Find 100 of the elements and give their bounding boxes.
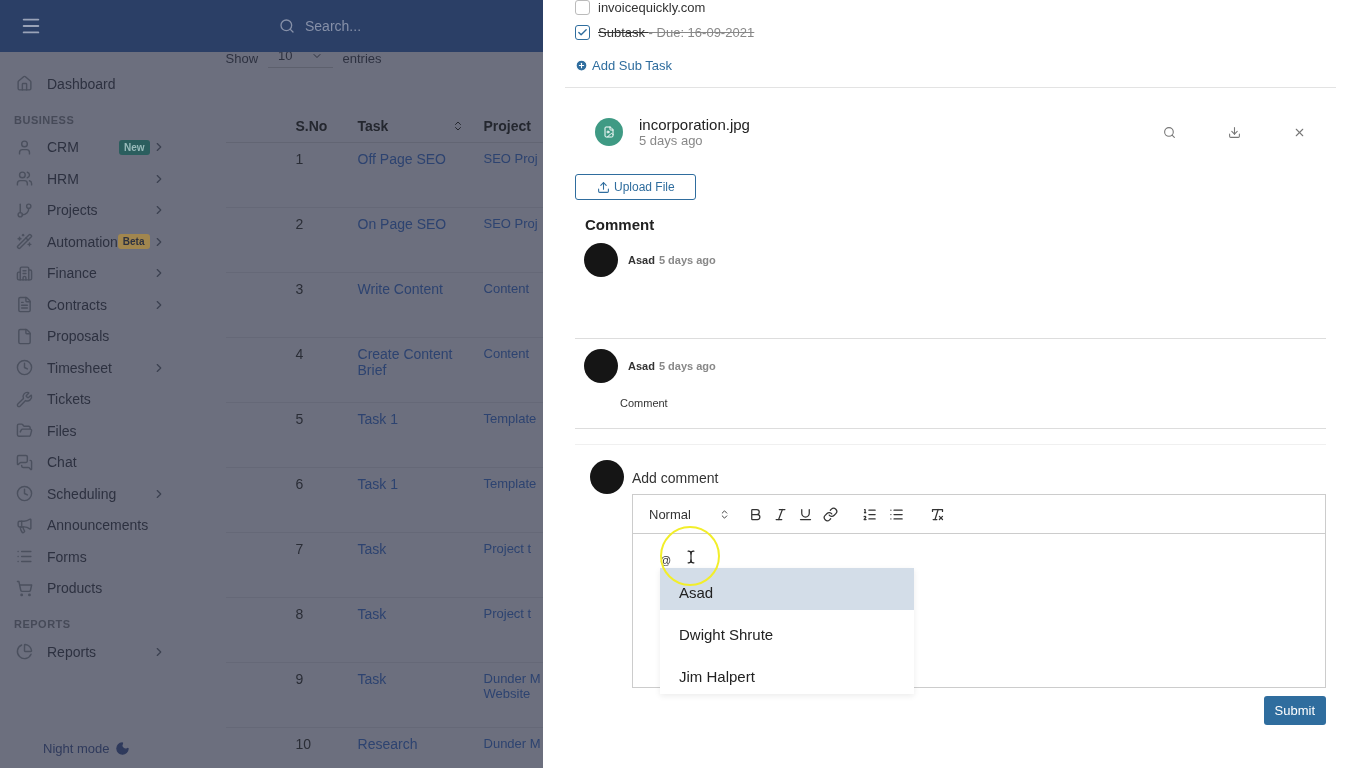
table-cell: 9 <box>295 663 358 728</box>
sidebar-item[interactable]: Files <box>0 415 200 447</box>
sidebar-label: Announcements <box>47 517 149 534</box>
sidebar-label: Tickets <box>47 391 91 408</box>
sidebar-item[interactable]: HRM <box>0 163 200 195</box>
sidebar-label: Scheduling <box>47 485 117 502</box>
sidebar-label: Contracts <box>47 296 107 313</box>
night-mode-toggle[interactable]: Night mode <box>43 741 131 756</box>
search-field[interactable]: Search... <box>279 18 362 34</box>
menu-icon <box>16 422 33 440</box>
file-name: incorporation.jpg <box>639 116 750 133</box>
task-link[interactable]: Create Content Brief <box>357 338 484 403</box>
menu-icon <box>16 201 33 219</box>
sidebar-item[interactable]: Tickets <box>0 383 200 415</box>
avatar <box>584 349 618 383</box>
mention-option[interactable]: Dwight Shrute <box>660 610 914 652</box>
upload-file-button[interactable]: Upload File <box>575 174 696 200</box>
menu-icon <box>16 516 33 534</box>
comment-heading: Comment <box>585 216 656 233</box>
sidebar-item[interactable]: Forms <box>0 541 200 573</box>
comment-author: Asad <box>628 254 655 266</box>
task-link[interactable]: Task 1 <box>357 403 484 468</box>
task-link[interactable]: Task 1 <box>357 468 484 533</box>
plus-icon <box>575 59 588 72</box>
add-comment-label: Add comment <box>632 469 720 488</box>
table-cell: 2 <box>295 208 358 273</box>
sidebar-item[interactable]: Dashboard <box>0 68 200 100</box>
download-icon[interactable] <box>1228 125 1241 139</box>
sidebar-label: Timesheet <box>47 359 112 376</box>
comment-author: Asad <box>628 360 655 372</box>
sidebar-item[interactable]: Finance <box>0 257 200 289</box>
menu-icon <box>16 453 33 471</box>
comment-time: 5 days ago <box>658 254 716 266</box>
link-icon[interactable] <box>822 506 838 522</box>
sidebar-label: Chat <box>47 454 77 471</box>
sidebar-label: Automation <box>47 233 118 250</box>
subtask-title: invoicequickly.com <box>598 0 706 15</box>
task-link[interactable]: Off Page SEO <box>357 143 484 208</box>
column-header[interactable]: S.No <box>295 110 358 143</box>
table-cell: 6 <box>295 468 358 533</box>
menu-icon <box>16 170 33 188</box>
sidebar-label: HRM <box>47 170 79 187</box>
clear-format-icon[interactable] <box>929 506 945 522</box>
task-link[interactable]: On Page SEO <box>357 208 484 273</box>
sidebar-item[interactable]: Reports <box>0 636 200 668</box>
sidebar-item[interactable]: Scheduling <box>0 478 200 510</box>
sidebar-item[interactable]: Projects <box>0 194 200 226</box>
sidebar-item[interactable]: Automation Beta <box>0 226 200 258</box>
format-select[interactable]: Normal <box>649 506 730 522</box>
sidebar-item[interactable]: Products <box>0 572 200 604</box>
task-link[interactable]: Write Content <box>357 273 484 338</box>
mention-option[interactable]: Asad <box>660 568 914 610</box>
sidebar-item[interactable]: Chat <box>0 446 200 478</box>
subtask-checkbox[interactable] <box>575 24 590 40</box>
sidebar-item[interactable]: Proposals <box>0 320 200 352</box>
upload-icon <box>597 180 610 194</box>
table-cell: 4 <box>295 338 358 403</box>
file-time: 5 days ago <box>639 133 704 148</box>
menu-icon <box>16 390 33 408</box>
cursor-highlight <box>660 526 720 586</box>
underline-icon[interactable] <box>797 506 813 522</box>
mention-option[interactable]: Jim Halpert <box>660 652 914 694</box>
table-cell: 5 <box>295 403 358 468</box>
menu-icon <box>16 359 33 377</box>
sidebar-label: Products <box>47 580 103 597</box>
subtask-checkbox[interactable] <box>575 0 590 15</box>
column-header[interactable]: Task <box>357 110 484 143</box>
menu-icon <box>16 264 33 282</box>
sidebar-label: Dashboard <box>47 75 116 92</box>
task-link[interactable]: Task <box>357 663 484 728</box>
menu-icon <box>16 75 33 93</box>
file-icon <box>595 118 623 146</box>
sidebar-badge: New <box>118 139 150 155</box>
sidebar-label: Forms <box>47 548 87 565</box>
bullet-list-icon[interactable] <box>888 506 904 522</box>
task-link[interactable]: Research <box>357 728 484 768</box>
italic-icon[interactable] <box>772 506 788 522</box>
search-icon <box>279 18 295 34</box>
sidebar-item[interactable]: Timesheet <box>0 352 200 384</box>
ordered-list-icon[interactable] <box>861 506 877 522</box>
sidebar-badge: Beta <box>117 234 150 250</box>
task-link[interactable]: Task <box>357 533 484 598</box>
sidebar-label: Finance <box>47 265 97 282</box>
length-label: entries <box>342 52 382 66</box>
sidebar-item[interactable]: Contracts <box>0 289 200 321</box>
table-cell: 3 <box>295 273 358 338</box>
search-icon[interactable] <box>1163 125 1176 139</box>
submit-button[interactable]: Submit <box>1263 696 1326 725</box>
sidebar-item[interactable]: CRM New <box>0 131 200 163</box>
sidebar-label: Proposals <box>47 328 110 345</box>
comment-text: Comment <box>620 397 669 409</box>
subtask-title: Subtask - Due: 16-09-2021 <box>598 24 755 40</box>
table-cell: 1 <box>295 143 358 208</box>
moon-icon <box>115 741 131 756</box>
task-link[interactable]: Task <box>357 598 484 663</box>
sidebar-label: Reports <box>47 643 97 660</box>
add-subtask-link[interactable]: Add Sub Task <box>575 58 672 73</box>
sidebar-item[interactable]: Announcements <box>0 509 200 541</box>
menu-icon <box>16 643 33 661</box>
avatar <box>590 460 624 494</box>
